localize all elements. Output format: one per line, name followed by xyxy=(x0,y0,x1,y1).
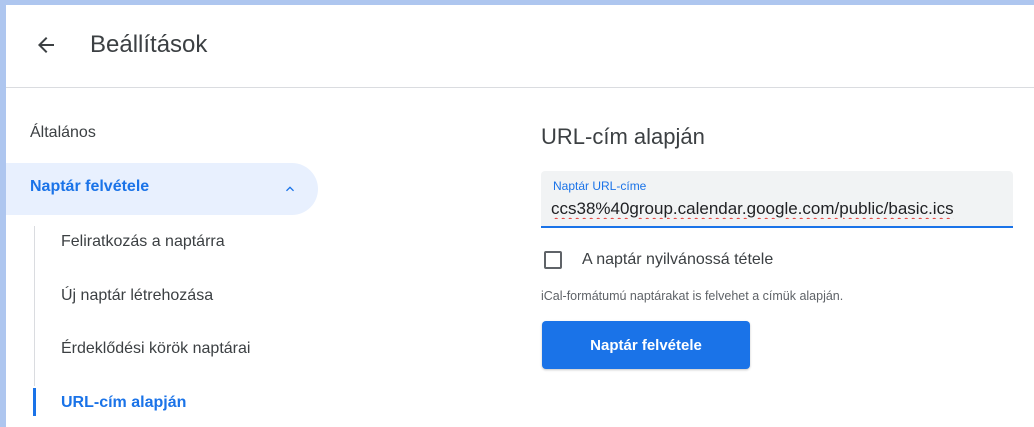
public-checkbox[interactable] xyxy=(544,251,562,269)
public-checkbox-label[interactable]: A naptár nyilvánossá tétele xyxy=(582,251,773,269)
sidebar-item-from-url[interactable]: URL-cím alapján xyxy=(61,394,186,412)
section-title: URL-cím alapján xyxy=(541,124,705,149)
chevron-up-icon[interactable] xyxy=(282,181,298,197)
sidebar-group-label: Naptár felvétele xyxy=(30,178,150,195)
url-field[interactable]: Naptár URL-címe xyxy=(541,171,1013,228)
sidebar-item-interesting-calendars[interactable]: Érdeklődési körök naptárai xyxy=(61,340,250,358)
url-input[interactable] xyxy=(551,197,1003,221)
nav-tree-line xyxy=(34,226,35,386)
arrow-back-icon[interactable] xyxy=(34,33,58,57)
add-calendar-button[interactable]: Naptár felvétele xyxy=(542,321,750,369)
url-field-label: Naptár URL-címe xyxy=(553,179,647,193)
sidebar-group-add-calendar[interactable]: Naptár felvétele xyxy=(6,163,318,215)
header: Beállítások xyxy=(6,5,1034,88)
sidebar-item-subscribe[interactable]: Feliratkozás a naptárra xyxy=(61,233,225,251)
sidebar-item-general[interactable]: Általános xyxy=(30,124,96,142)
active-indicator xyxy=(33,388,36,416)
helper-text: iCal-formátumú naptárakat is felvehet a … xyxy=(541,289,844,303)
sidebar-item-create-calendar[interactable]: Új naptár létrehozása xyxy=(61,287,213,305)
page-title: Beállítások xyxy=(90,31,208,58)
